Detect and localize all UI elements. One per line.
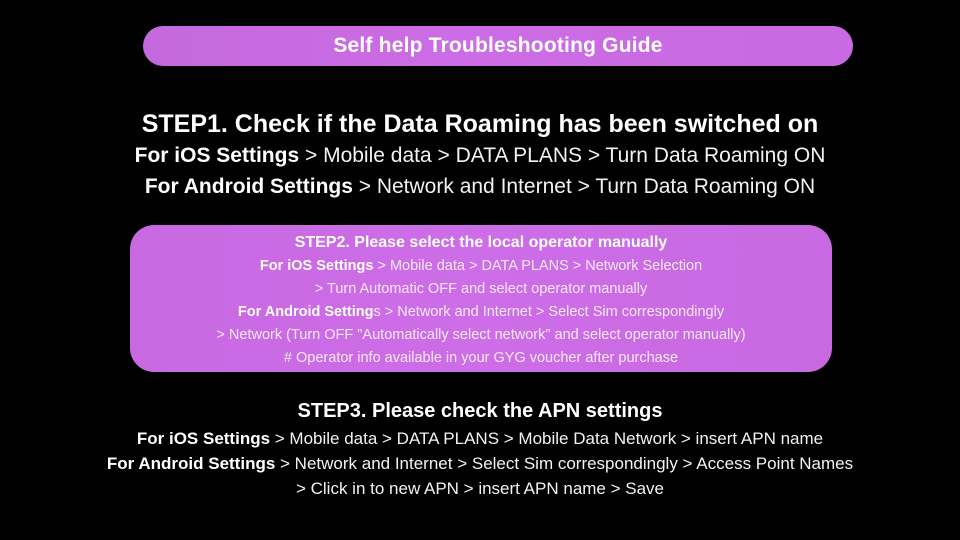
step1-line-ios-rest: > Mobile data > DATA PLANS > Turn Data R…	[299, 144, 826, 167]
step3-line-ios-rest: > Mobile data > DATA PLANS > Mobile Data…	[270, 429, 824, 448]
step2-line-ios-rest: > Mobile data > DATA PLANS > Network Sel…	[373, 258, 703, 274]
guide-title: Self help Troubleshooting Guide	[333, 34, 663, 57]
step3-line-android-prefix: For Android Settings	[106, 454, 276, 473]
step3-line-ios-prefix: For iOS Settings	[136, 429, 271, 448]
step2-line-ios-cont-text: > Turn Automatic OFF and select operator…	[314, 281, 648, 297]
step3-section: STEP3. Please check the APN settings For…	[0, 396, 960, 501]
step2-line-ios-prefix: For iOS Settings	[259, 258, 374, 274]
step2-line-ios: For iOS Settings > Mobile data > DATA PL…	[130, 255, 832, 278]
step3-line-android: For Android Settings > Network and Inter…	[0, 451, 960, 476]
step2-line-android-prefix: For Android Setting	[237, 304, 374, 320]
step2-line-android: For Android Settings > Network and Inter…	[130, 301, 832, 324]
step2-line-ios-cont: > Turn Automatic OFF and select operator…	[130, 278, 832, 301]
step3-heading: STEP3. Please check the APN settings	[297, 400, 663, 422]
step3-line-ios: For iOS Settings > Mobile data > DATA PL…	[0, 426, 960, 451]
step2-line-android-cont-text: > Network (Turn OFF "Automatically selec…	[216, 327, 746, 343]
step1-line-ios-prefix: For iOS Settings	[134, 144, 300, 167]
step2-heading: STEP2. Please select the local operator …	[294, 234, 668, 251]
slide-root: Self help Troubleshooting Guide STEP1. C…	[0, 0, 960, 540]
step1-line-ios: For iOS Settings > Mobile data > DATA PL…	[0, 140, 960, 171]
step2-panel: STEP2. Please select the local operator …	[130, 225, 832, 372]
step3-line-android-rest: > Network and Internet > Select Sim corr…	[275, 454, 854, 473]
step1-line-android: For Android Settings > Network and Inter…	[0, 171, 960, 202]
step1-heading: STEP1. Check if the Data Roaming has bee…	[141, 110, 819, 138]
step1-line-android-prefix: For Android Settings	[144, 175, 353, 198]
step1-line-android-rest: > Network and Internet > Turn Data Roami…	[352, 175, 816, 198]
step3-line-cont: > Click in to new APN > insert APN name …	[0, 476, 960, 501]
step2-line-android-rest: s > Network and Internet > Select Sim co…	[373, 304, 725, 320]
step1-section: STEP1. Check if the Data Roaming has bee…	[0, 108, 960, 202]
step2-note-text: # Operator info available in your GYG vo…	[283, 350, 679, 366]
step2-line-android-cont: > Network (Turn OFF "Automatically selec…	[130, 324, 832, 347]
step3-line-cont-text: > Click in to new APN > insert APN name …	[295, 479, 665, 498]
step2-note: # Operator info available in your GYG vo…	[130, 347, 832, 370]
title-banner: Self help Troubleshooting Guide	[143, 26, 853, 66]
